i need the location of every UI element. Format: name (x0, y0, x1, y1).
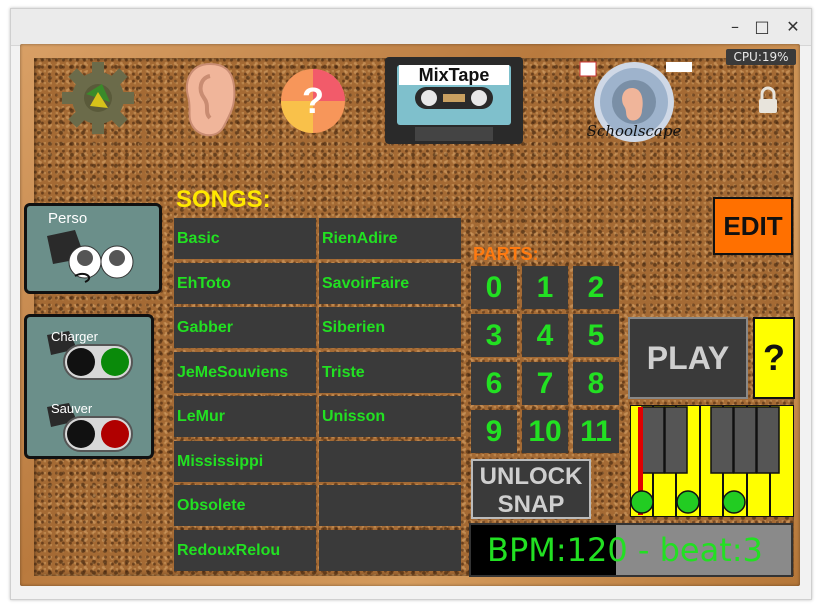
part-button[interactable]: 0 (471, 266, 517, 309)
song-item[interactable]: Basic (174, 218, 316, 259)
piano-keyboard[interactable] (630, 405, 794, 517)
song-slot-empty (319, 440, 461, 482)
parts-title: PARTS: (473, 244, 539, 264)
edit-button[interactable]: EDIT (713, 197, 793, 255)
song-item[interactable]: Siberien (319, 307, 461, 348)
song-item[interactable]: Gabber (174, 307, 316, 348)
help-button[interactable]: ? (753, 317, 795, 399)
close-button[interactable]: ✕ (783, 17, 803, 37)
song-item[interactable]: EhToto (174, 262, 316, 304)
play-button[interactable]: PLAY (628, 317, 748, 399)
charger-knob (67, 348, 95, 376)
part-button[interactable]: 1 (522, 266, 568, 309)
cassette-bottom (415, 127, 493, 141)
mixtape-cassette[interactable]: MixTape (385, 57, 523, 144)
part-button[interactable]: 5 (573, 314, 619, 357)
song-item[interactable]: Triste (319, 351, 461, 393)
perso-label: Perso (48, 210, 88, 227)
part-button[interactable]: 7 (522, 362, 568, 405)
song-item[interactable]: SavoirFaire (319, 262, 461, 304)
bpm-text: BPM:120 - beat:3 (487, 531, 763, 569)
load-save-panel: Charger Sauver (24, 314, 154, 459)
song-slot-empty (319, 485, 461, 526)
title-bar: – □ ✕ (11, 9, 811, 46)
song-item[interactable]: LeMur (174, 396, 316, 437)
perso-avatar-icon (47, 230, 134, 283)
sauver-indicator (101, 420, 129, 448)
minimize-button[interactable]: – (725, 17, 745, 37)
part-button[interactable]: 10 (522, 410, 568, 453)
song-item[interactable]: Obsolete (174, 485, 316, 526)
part-button[interactable]: 9 (471, 410, 517, 453)
song-item[interactable]: JeMeSouviens (174, 351, 316, 393)
unlock-label: UNLOCK (479, 463, 583, 490)
lock-icon[interactable] (756, 85, 780, 115)
song-item[interactable]: RienAdire (319, 218, 461, 259)
part-button[interactable]: 3 (471, 314, 517, 357)
charger-indicator (101, 348, 129, 376)
song-item[interactable]: RedouxRelou (174, 529, 316, 571)
maximize-button[interactable]: □ (752, 17, 772, 37)
song-item[interactable]: Unisson (319, 396, 461, 437)
sauver-label: Sauver (51, 401, 93, 416)
charger-toggle[interactable] (63, 344, 133, 380)
song-slot-empty (319, 529, 461, 571)
part-button[interactable]: 2 (573, 266, 619, 309)
charger-label: Charger (51, 329, 98, 344)
schoolscape-icon[interactable]: Schoolscape (578, 58, 696, 146)
sauver-toggle[interactable] (63, 416, 133, 452)
cpu-indicator: CPU:19% (726, 49, 796, 65)
schoolscape-label: Schoolscape (587, 122, 682, 140)
note-marker (722, 490, 746, 514)
mixtape-label: MixTape (399, 65, 509, 85)
question-icon[interactable]: ? (279, 67, 347, 135)
unlock-snap-button[interactable]: UNLOCK SNAP (471, 459, 591, 519)
cassette-window (415, 87, 493, 109)
ear-icon[interactable] (180, 60, 240, 140)
note-marker (630, 490, 654, 514)
part-button[interactable]: 6 (471, 362, 517, 405)
note-marker (676, 490, 700, 514)
perso-panel[interactable]: Perso (24, 203, 162, 294)
song-item[interactable]: Mississippi (174, 440, 316, 482)
part-button[interactable]: 11 (573, 410, 619, 453)
songs-title: SONGS: (176, 186, 271, 213)
part-button[interactable]: 4 (522, 314, 568, 357)
bpm-display: BPM:120 - beat:3 (469, 523, 793, 577)
sauver-knob (67, 420, 95, 448)
gear-icon[interactable] (60, 60, 136, 136)
cassette-reel-left (421, 90, 437, 106)
svg-text:?: ? (302, 80, 324, 121)
cassette-reel-right (471, 90, 487, 106)
part-button[interactable]: 8 (573, 362, 619, 405)
cassette-tape (443, 94, 465, 102)
snap-label: SNAP (497, 491, 565, 518)
